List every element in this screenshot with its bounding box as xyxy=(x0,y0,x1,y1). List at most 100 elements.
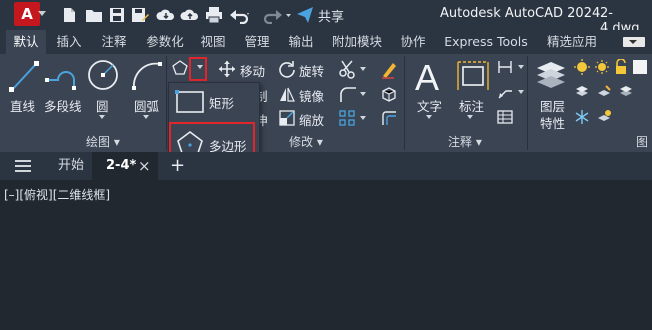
scale-icon[interactable] xyxy=(278,109,296,127)
polyline-label[interactable]: 多段线 xyxy=(44,96,82,115)
array-icon[interactable] xyxy=(338,109,356,127)
erase-icon[interactable] xyxy=(380,59,398,79)
text-icon[interactable]: A xyxy=(412,58,446,96)
polyline-icon[interactable] xyxy=(44,58,82,94)
mirror-label[interactable]: 镜像 xyxy=(299,86,324,105)
layer-color-swatch-icon[interactable] xyxy=(632,59,648,75)
tab-insert[interactable]: 插入 xyxy=(50,30,88,54)
table-icon[interactable] xyxy=(497,109,513,125)
ribbon-tab-bar: 默认 插入 注释 参数化 视图 管理 输出 附加模块 协作 Express To… xyxy=(0,30,652,54)
new-tab-plus-icon[interactable]: + xyxy=(170,152,185,180)
circle-dropdown-icon[interactable] xyxy=(99,115,105,119)
flyout-rectangle-item[interactable]: 矩形 xyxy=(172,87,256,117)
tab-output[interactable]: 输出 xyxy=(282,30,320,54)
tab-parametric[interactable]: 参数化 xyxy=(140,30,190,54)
document-tab-bar: 开始 2-4* × + xyxy=(0,152,652,180)
layer-match-icon[interactable] xyxy=(596,84,612,100)
leader-dropdown-icon[interactable] xyxy=(518,90,524,94)
arc-dropdown-icon[interactable] xyxy=(143,115,149,119)
leader-icon[interactable] xyxy=(497,84,513,100)
hamburger-menu-icon[interactable] xyxy=(14,159,32,173)
modify-panel-title: 修改 xyxy=(289,135,314,149)
layer-on-bulb-icon[interactable] xyxy=(574,59,590,75)
tab-addins[interactable]: 附加模块 xyxy=(326,30,388,54)
offset-icon[interactable] xyxy=(380,109,398,127)
close-tab-icon[interactable]: × xyxy=(138,152,151,180)
explode-cube-icon[interactable] xyxy=(380,85,398,103)
layer-thaw-sun-icon[interactable] xyxy=(594,59,610,75)
fillet-dropdown-icon[interactable] xyxy=(360,92,366,96)
app-title: Autodesk AutoCAD 2024 xyxy=(440,6,601,21)
current-doc-tab[interactable]: 2-4* × xyxy=(92,152,158,180)
scale-label[interactable]: 缩放 xyxy=(299,110,324,129)
layer-isolate-icon[interactable] xyxy=(618,84,634,100)
tab-collaborate[interactable]: 协作 xyxy=(394,30,432,54)
current-doc-tab-label: 2-4* xyxy=(106,158,137,173)
move-icon[interactable] xyxy=(218,60,236,78)
layer-properties-label-line2[interactable]: 特性 xyxy=(540,113,565,132)
modify-panel-footer[interactable]: 修改 ▾ xyxy=(289,132,323,152)
layer-freeze-icon[interactable] xyxy=(574,109,590,125)
tab-default[interactable]: 默认 xyxy=(6,30,46,54)
panel-separator xyxy=(527,56,528,150)
dimension-dropdown-icon[interactable] xyxy=(467,115,473,119)
move-label[interactable]: 移动 xyxy=(240,61,265,80)
dimension-icon[interactable] xyxy=(455,58,491,94)
layers-panel-title: 图 xyxy=(636,135,649,149)
autocad-logo[interactable]: A xyxy=(14,2,46,26)
polygon-small-icon[interactable] xyxy=(171,59,189,77)
tab-annotate[interactable]: 注释 xyxy=(94,30,134,54)
annotation-panel-footer[interactable]: 注释 ▾ xyxy=(448,132,482,152)
linear-dim-dropdown-icon[interactable] xyxy=(518,65,524,69)
draw-panel-footer[interactable]: 绘图 ▾ xyxy=(86,132,120,152)
cloud-save-icon[interactable] xyxy=(156,6,176,24)
share-arrow-icon[interactable] xyxy=(296,6,314,24)
redo-icon[interactable] xyxy=(262,6,292,24)
line-label[interactable]: 直线 xyxy=(10,96,35,115)
share-label[interactable]: 共享 xyxy=(318,6,344,25)
logo-dropdown-icon xyxy=(38,11,46,16)
tab-manage[interactable]: 管理 xyxy=(238,30,276,54)
logo-letter: A xyxy=(21,5,33,23)
ribbon-minimize-toggle[interactable] xyxy=(623,37,645,47)
viewport-controls-label[interactable]: [–][俯视][二维线框] xyxy=(4,186,110,203)
line-icon[interactable] xyxy=(8,58,40,94)
dimension-label[interactable]: 标注 xyxy=(459,96,484,115)
title-bar: A 共享 Autodesk AutoCAD 2024 2-4.dwg xyxy=(0,0,652,36)
trim-dropdown-icon[interactable] xyxy=(360,67,366,71)
rectangle-icon xyxy=(175,90,204,113)
layer-properties-icon[interactable] xyxy=(535,58,567,92)
array-dropdown-icon[interactable] xyxy=(360,116,366,120)
mirror-icon[interactable] xyxy=(278,85,296,103)
save-icon[interactable] xyxy=(108,6,126,24)
text-label[interactable]: 文字 xyxy=(417,96,442,115)
save-as-icon[interactable] xyxy=(130,6,150,24)
layer-unlock-icon[interactable] xyxy=(614,59,628,75)
layer-off-icon[interactable] xyxy=(596,109,612,125)
layer-walk-icon[interactable] xyxy=(574,84,590,100)
rectangle-label: 矩形 xyxy=(209,96,235,111)
panel-separator xyxy=(404,56,405,150)
start-tab[interactable]: 开始 xyxy=(58,152,84,180)
cloud-upload-icon[interactable] xyxy=(180,6,200,24)
layers-panel-footer[interactable]: 图 xyxy=(636,132,648,152)
rotate-label[interactable]: 旋转 xyxy=(299,61,324,80)
print-icon[interactable] xyxy=(204,6,224,24)
undo-icon[interactable] xyxy=(228,6,252,24)
fillet-icon[interactable] xyxy=(338,85,358,103)
open-folder-icon[interactable] xyxy=(84,6,104,24)
panel-separator xyxy=(166,56,167,150)
circle-label[interactable]: 圆 xyxy=(96,96,109,115)
annotation-panel-title: 注释 xyxy=(448,135,473,149)
new-file-icon[interactable] xyxy=(60,6,78,24)
rotate-icon[interactable] xyxy=(278,60,296,78)
arc-icon[interactable] xyxy=(130,58,164,92)
arc-label[interactable]: 圆弧 xyxy=(134,96,159,115)
text-dropdown-icon[interactable] xyxy=(426,115,432,119)
linear-dim-icon[interactable] xyxy=(497,59,513,75)
tab-featured-apps[interactable]: 精选应用 xyxy=(540,30,604,54)
tab-express-tools[interactable]: Express Tools xyxy=(440,30,532,54)
tab-view[interactable]: 视图 xyxy=(196,30,230,54)
trim-scissors-icon[interactable] xyxy=(338,59,358,79)
circle-icon[interactable] xyxy=(86,58,120,92)
